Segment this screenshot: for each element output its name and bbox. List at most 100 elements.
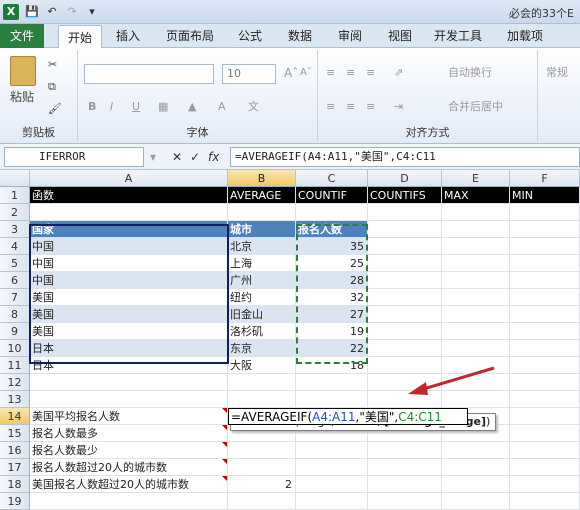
- redo-icon[interactable]: ↷: [64, 4, 80, 20]
- cell[interactable]: [510, 476, 580, 493]
- paste-button[interactable]: 粘贴: [10, 90, 34, 104]
- tab-formulas[interactable]: 公式: [232, 24, 268, 48]
- align-top-icon[interactable]: ≡: [326, 66, 335, 80]
- question-value[interactable]: [228, 459, 296, 476]
- table-cell[interactable]: 大阪: [228, 357, 296, 374]
- cell[interactable]: [368, 493, 442, 510]
- cell[interactable]: [510, 238, 580, 255]
- table-header-cell[interactable]: 城市: [228, 221, 296, 238]
- row-header-4[interactable]: 4: [0, 238, 30, 255]
- quick-access-dropdown[interactable]: ▾: [84, 4, 100, 20]
- table-cell[interactable]: 广州: [228, 272, 296, 289]
- table-cell[interactable]: 纽约: [228, 289, 296, 306]
- formula-input[interactable]: =AVERAGEIF(A4:A11,"美国",C4:C11: [230, 147, 580, 167]
- question-label[interactable]: 报名人数最多: [30, 425, 228, 442]
- table-cell[interactable]: 上海: [228, 255, 296, 272]
- tab-home[interactable]: 开始: [58, 25, 102, 49]
- cell[interactable]: [442, 442, 510, 459]
- cell[interactable]: [442, 459, 510, 476]
- question-label[interactable]: 美国报名人数超过20人的城市数: [30, 476, 228, 493]
- cell[interactable]: [30, 391, 228, 408]
- font-color-icon[interactable]: A: [218, 100, 226, 114]
- cell[interactable]: [296, 493, 368, 510]
- grow-font-icon[interactable]: Aˆ: [284, 66, 298, 80]
- select-all-corner[interactable]: [0, 170, 30, 187]
- save-icon[interactable]: 💾: [24, 4, 40, 20]
- cell[interactable]: [510, 204, 580, 221]
- bold-button[interactable]: B: [88, 100, 96, 114]
- cell[interactable]: [510, 221, 580, 238]
- cell[interactable]: [442, 238, 510, 255]
- cell[interactable]: [510, 340, 580, 357]
- align-bottom-icon[interactable]: ≡: [366, 66, 375, 80]
- row1-cell-1[interactable]: AVERAGE: [228, 187, 296, 204]
- cell[interactable]: [296, 374, 368, 391]
- row-header-8[interactable]: 8: [0, 306, 30, 323]
- question-value[interactable]: 2: [228, 476, 296, 493]
- row-header-11[interactable]: 11: [0, 357, 30, 374]
- table-cell[interactable]: 洛杉矶: [228, 323, 296, 340]
- border-icon[interactable]: ▦: [158, 100, 168, 114]
- row-header-9[interactable]: 9: [0, 323, 30, 340]
- cell[interactable]: [296, 204, 368, 221]
- cell[interactable]: [510, 459, 580, 476]
- row-header-2[interactable]: 2: [0, 204, 30, 221]
- tab-page-layout[interactable]: 页面布局: [160, 24, 220, 48]
- cell[interactable]: [30, 493, 228, 510]
- excel-icon[interactable]: X: [3, 4, 19, 20]
- cell[interactable]: [510, 272, 580, 289]
- font-name-select[interactable]: [84, 64, 214, 84]
- cell[interactable]: [510, 306, 580, 323]
- tab-view[interactable]: 视图: [382, 24, 418, 48]
- copy-icon[interactable]: ⧉: [48, 80, 56, 94]
- cell[interactable]: [442, 340, 510, 357]
- cell[interactable]: [510, 391, 580, 408]
- cell[interactable]: [442, 323, 510, 340]
- insert-function-icon[interactable]: fx: [208, 147, 219, 167]
- cell[interactable]: [228, 374, 296, 391]
- cell[interactable]: [510, 493, 580, 510]
- enter-icon[interactable]: ✓: [190, 147, 200, 167]
- row1-cell-0[interactable]: 函数: [30, 187, 228, 204]
- cell[interactable]: [510, 323, 580, 340]
- table-cell[interactable]: 东京: [228, 340, 296, 357]
- paste-icon[interactable]: [10, 56, 36, 86]
- column-header-c[interactable]: C: [296, 170, 368, 187]
- cell[interactable]: [368, 238, 442, 255]
- row-header-12[interactable]: 12: [0, 374, 30, 391]
- cell[interactable]: [510, 357, 580, 374]
- cell[interactable]: [368, 459, 442, 476]
- cell[interactable]: [442, 306, 510, 323]
- cell[interactable]: [296, 391, 368, 408]
- column-header-b[interactable]: B: [228, 170, 296, 187]
- row-header-1[interactable]: 1: [0, 187, 30, 204]
- editing-cell-b14[interactable]: =AVERAGEIF(A4:A11,"美国",C4:C11: [228, 408, 468, 425]
- align-middle-icon[interactable]: ≡: [346, 66, 355, 80]
- cell[interactable]: [228, 204, 296, 221]
- name-box[interactable]: IFERROR: [4, 147, 144, 167]
- fill-color-icon[interactable]: ▲: [188, 100, 196, 114]
- row1-cell-3[interactable]: COUNTIFS: [368, 187, 442, 204]
- cell[interactable]: [296, 442, 368, 459]
- cell[interactable]: [510, 408, 580, 425]
- cell[interactable]: [510, 425, 580, 442]
- cell[interactable]: [368, 476, 442, 493]
- column-header-a[interactable]: A: [30, 170, 228, 187]
- cell[interactable]: [442, 493, 510, 510]
- indent-icon[interactable]: ⇥: [394, 100, 403, 114]
- question-label[interactable]: 美国平均报名人数: [30, 408, 228, 425]
- cut-icon[interactable]: ✂: [48, 58, 57, 72]
- cell[interactable]: [368, 289, 442, 306]
- cell[interactable]: [442, 204, 510, 221]
- row-header-17[interactable]: 17: [0, 459, 30, 476]
- cell[interactable]: [368, 255, 442, 272]
- cell[interactable]: [368, 340, 442, 357]
- shrink-font-icon[interactable]: Aˇ: [300, 66, 312, 80]
- row1-cell-2[interactable]: COUNTIF: [296, 187, 368, 204]
- row-header-18[interactable]: 18: [0, 476, 30, 493]
- cell[interactable]: [296, 476, 368, 493]
- row1-cell-5[interactable]: MIN: [510, 187, 580, 204]
- question-label[interactable]: 报名人数超过20人的城市数: [30, 459, 228, 476]
- wrap-text-button[interactable]: 自动换行: [448, 66, 492, 80]
- cell[interactable]: [368, 221, 442, 238]
